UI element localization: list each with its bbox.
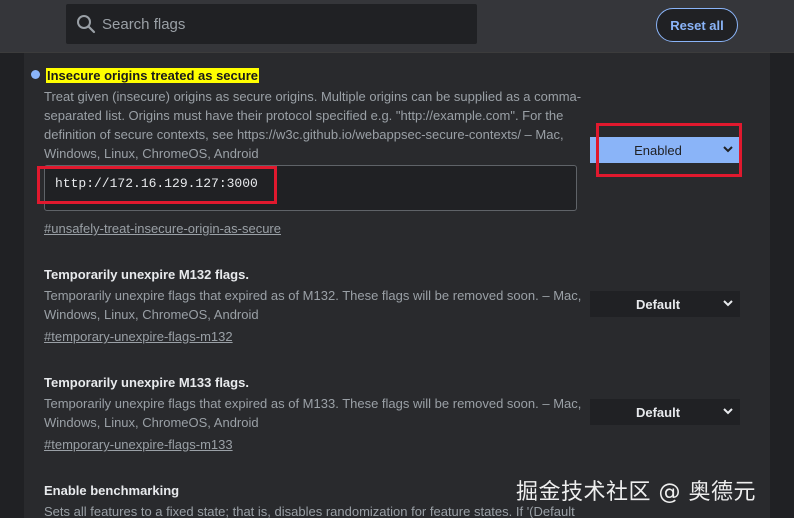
- reset-all-button[interactable]: Reset all: [656, 8, 738, 42]
- chevron-down-icon: [723, 408, 733, 415]
- flag-description-line: separated list. Origins must have their …: [44, 108, 564, 123]
- search-icon: [77, 15, 96, 34]
- chevron-down-icon: [723, 300, 733, 307]
- select-value: Default: [635, 297, 681, 312]
- flag-anchor-link[interactable]: #unsafely-treat-insecure-origin-as-secur…: [44, 221, 281, 236]
- flag-title: Temporarily unexpire M133 flags.: [44, 375, 249, 390]
- flag-description-line: Windows, Linux, ChromeOS, Android: [44, 415, 259, 430]
- flag-state-select[interactable]: Default: [590, 399, 740, 425]
- flag-description-line: Windows, Linux, ChromeOS, Android: [44, 146, 259, 161]
- origins-textarea[interactable]: http://172.16.129.127:3000: [44, 165, 577, 211]
- select-value: Enabled: [634, 143, 682, 158]
- select-value: Default: [635, 405, 681, 420]
- chevron-down-icon: [723, 146, 733, 153]
- flag-title: Insecure origins treated as secure: [46, 68, 259, 83]
- origins-textarea-value: http://172.16.129.127:3000: [55, 176, 258, 191]
- flag-description-line: Temporarily unexpire flags that expired …: [44, 396, 582, 411]
- flag-description-line: Windows, Linux, ChromeOS, Android: [44, 307, 259, 322]
- flags-list: Insecure origins treated as secure Treat…: [24, 53, 770, 518]
- flag-title: Temporarily unexpire M132 flags.: [44, 267, 249, 282]
- search-box[interactable]: [66, 4, 477, 44]
- flag-description-line: Treat given (insecure) origins as secure…: [44, 89, 582, 104]
- flag-title: Enable benchmarking: [44, 483, 180, 498]
- flags-header: Reset all: [0, 0, 794, 53]
- search-input[interactable]: [102, 4, 462, 44]
- flag-anchor-link[interactable]: #temporary-unexpire-flags-m133: [44, 437, 233, 452]
- flag-description-line: definition of secure contexts, see https…: [44, 127, 564, 142]
- modified-indicator-dot: [31, 70, 40, 79]
- flag-state-select[interactable]: Enabled: [590, 137, 740, 163]
- watermark: 掘金技术社区 @ 奥德元: [516, 480, 756, 505]
- flag-description-line: Sets all features to a fixed state; that…: [44, 504, 575, 518]
- flag-anchor-link[interactable]: #temporary-unexpire-flags-m132: [44, 329, 233, 344]
- flag-state-select[interactable]: Default: [590, 291, 740, 317]
- flag-description-line: Temporarily unexpire flags that expired …: [44, 288, 582, 303]
